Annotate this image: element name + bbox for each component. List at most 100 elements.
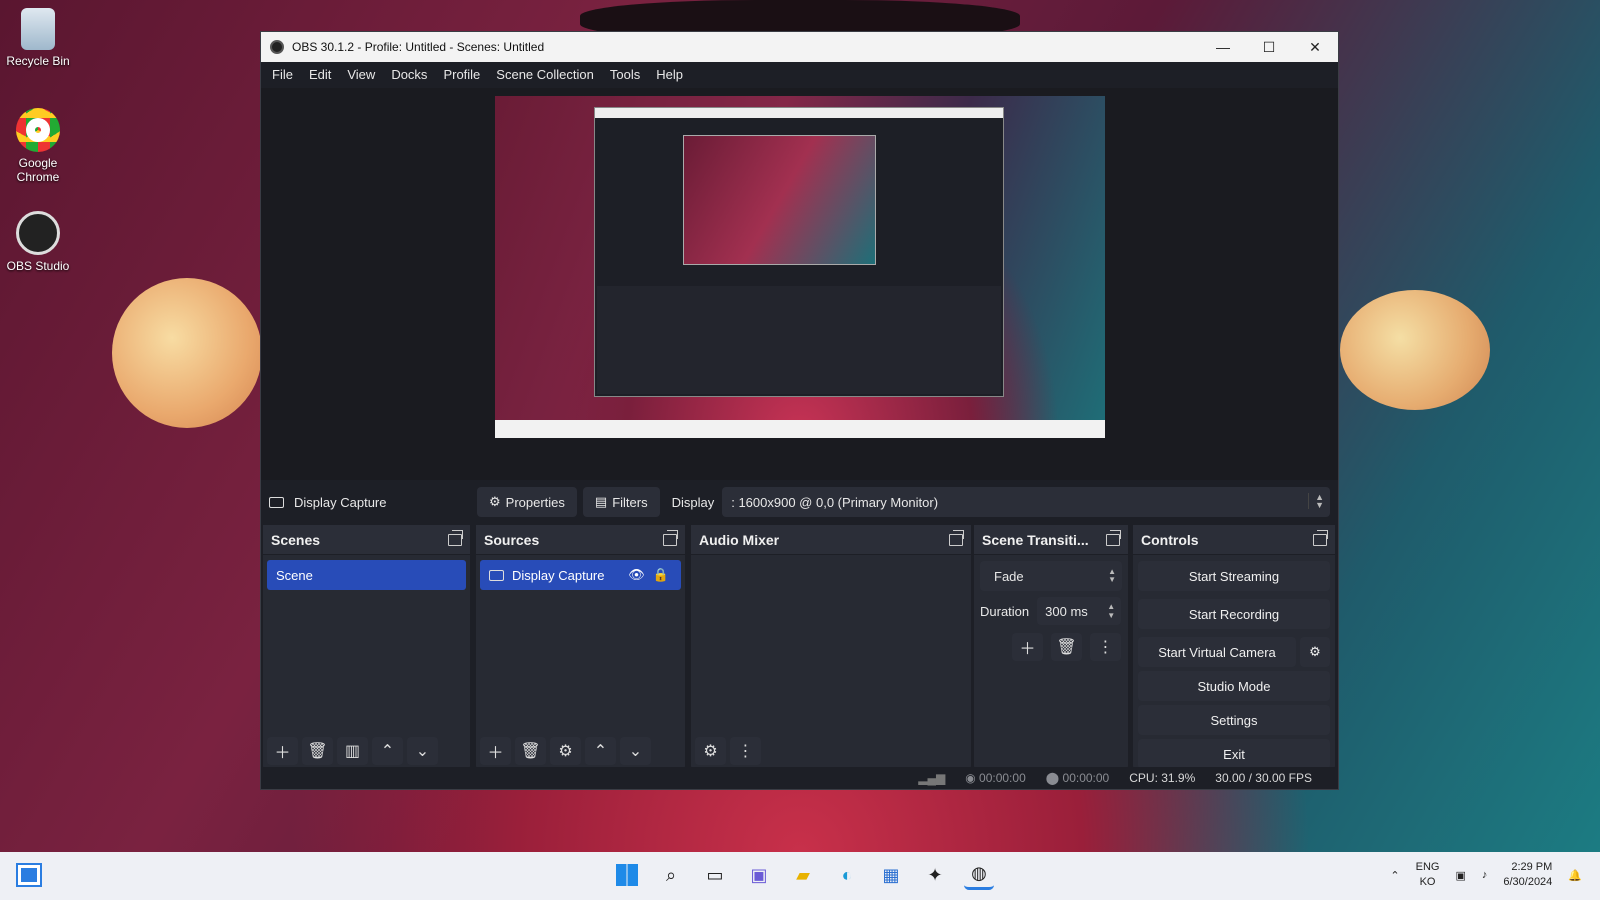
start-virtual-camera-button[interactable]: Start Virtual Camera [1138, 637, 1296, 667]
wallpaper-cloud-left [112, 278, 262, 428]
transition-selected: Fade [994, 568, 1024, 584]
preview-canvas[interactable] [495, 96, 1105, 438]
menu-view[interactable]: View [339, 67, 383, 82]
desktop-icon-recycle-bin[interactable]: Recycle Bin [6, 8, 70, 68]
audio-mixer-toolbar: ⚙ ⋮ [695, 737, 761, 765]
controls-title: Controls [1141, 531, 1199, 548]
scene-filters-button[interactable]: ▥ [337, 737, 368, 765]
preview-area [261, 88, 1338, 480]
duration-spinbox[interactable]: 300 ms ▲ ▼ [1037, 597, 1122, 625]
transition-toolbar: ＋ 🗑 ⋮ [1012, 633, 1128, 661]
remove-source-button[interactable]: 🗑 [515, 737, 546, 765]
source-move-up-button[interactable]: ⌃ [585, 737, 616, 765]
menu-help[interactable]: Help [648, 67, 691, 82]
clock[interactable]: 2:29 PM 6/30/2024 [1503, 860, 1552, 890]
display-value: : 1600x900 @ 0,0 (Primary Monitor) [731, 494, 939, 510]
scenes-dock-header: Scenes [263, 525, 470, 555]
network-signal-icon: ▂▄▆ [918, 771, 946, 785]
monitor-icon [489, 569, 504, 581]
source-move-down-button[interactable]: ⌄ [620, 737, 651, 765]
advanced-audio-button[interactable]: ⚙ [695, 737, 726, 765]
system-tray: ⌃ ENG KO ▣ ♪ 2:29 PM 6/30/2024 🔔 [1390, 860, 1582, 890]
record-status: ⬤ 00:00:00 [1046, 771, 1109, 785]
kebab-menu-icon: ⋮ [1097, 639, 1114, 656]
minimize-button[interactable]: — [1200, 32, 1246, 62]
menu-profile[interactable]: Profile [435, 67, 488, 82]
chat-icon[interactable]: ▣ [744, 860, 774, 890]
gears-icon: ⚙ [703, 743, 718, 760]
task-view-icon[interactable]: ▭ [700, 860, 730, 890]
plus-icon: ＋ [487, 745, 504, 762]
source-item[interactable]: Display Capture 👁 🔒 [480, 560, 681, 590]
stream-status: ◉ 00:00:00 [965, 771, 1026, 785]
language-indicator[interactable]: ENG KO [1416, 860, 1440, 890]
selected-source-label: Display Capture [294, 494, 387, 510]
menu-file[interactable]: File [264, 67, 301, 82]
duration-row: Duration 300 ms ▲ ▼ [980, 597, 1122, 625]
chevron-down-icon: ⌄ [415, 743, 430, 760]
obs-taskbar-icon[interactable]: ◍ [964, 860, 994, 890]
studio-mode-button[interactable]: Studio Mode [1138, 671, 1330, 701]
scene-move-up-button[interactable]: ⌃ [372, 737, 403, 765]
menu-edit[interactable]: Edit [301, 67, 339, 82]
desktop-icon-obs-studio[interactable]: OBS Studio [6, 211, 70, 273]
undock-icon[interactable] [1313, 529, 1328, 546]
undock-icon[interactable] [1106, 529, 1121, 546]
transition-select[interactable]: Fade ▲ ▼ [980, 561, 1122, 591]
remove-transition-button[interactable]: 🗑 [1051, 633, 1082, 661]
search-icon[interactable]: ⌕ [656, 860, 686, 890]
lock-icon[interactable]: 🔒 [653, 567, 669, 583]
scene-item-label: Scene [276, 567, 313, 583]
undock-icon[interactable] [949, 529, 964, 546]
desktop-icon-google-chrome[interactable]: Google Chrome [6, 108, 70, 184]
undock-icon[interactable] [663, 529, 678, 546]
menu-docks[interactable]: Docks [383, 67, 435, 82]
menu-scene-collection[interactable]: Scene Collection [488, 67, 602, 82]
settings-button[interactable]: Settings [1138, 705, 1330, 735]
virtual-camera-settings-button[interactable]: ⚙ [1300, 637, 1330, 667]
start-icon[interactable] [612, 860, 642, 890]
chevron-down-icon: ⌄ [628, 743, 643, 760]
fps-readout: 30.00 / 30.00 FPS [1215, 771, 1312, 785]
source-item-label: Display Capture [512, 567, 605, 583]
chevron-up-icon[interactable]: ⌃ [1390, 869, 1399, 882]
widgets-icon[interactable] [14, 860, 44, 890]
sources-toolbar: ＋ 🗑 ⚙ ⌃ ⌄ [480, 737, 651, 765]
volume-icon[interactable]: ♪ [1482, 869, 1488, 881]
trash-icon: 🗑 [307, 743, 328, 760]
transition-menu-button[interactable]: ⋮ [1090, 633, 1121, 661]
app-icon[interactable]: ✦ [920, 860, 950, 890]
exit-button[interactable]: Exit [1138, 739, 1330, 769]
scene-move-down-button[interactable]: ⌄ [407, 737, 438, 765]
eye-icon[interactable]: 👁 [628, 567, 645, 583]
window-title: OBS 30.1.2 - Profile: Untitled - Scenes:… [292, 40, 545, 54]
undock-icon[interactable] [448, 529, 463, 546]
trash-icon: 🗑 [1056, 639, 1077, 656]
start-streaming-button[interactable]: Start Streaming [1138, 561, 1330, 591]
preview-nested-obs [594, 107, 1004, 397]
add-transition-button[interactable]: ＋ [1012, 633, 1043, 661]
audio-mixer-dock-header: Audio Mixer [691, 525, 971, 555]
add-source-button[interactable]: ＋ [480, 737, 511, 765]
chevron-up-icon: ⌃ [593, 743, 608, 760]
close-button[interactable]: ✕ [1292, 32, 1338, 62]
menu-tools[interactable]: Tools [602, 67, 648, 82]
notification-icon[interactable]: 🔔 [1568, 869, 1582, 882]
stream-time: 00:00:00 [979, 771, 1026, 785]
obs-icon [16, 211, 60, 255]
file-explorer-icon[interactable]: ▰ [788, 860, 818, 890]
maximize-button[interactable]: ☐ [1246, 32, 1292, 62]
add-scene-button[interactable]: ＋ [267, 737, 298, 765]
filters-button[interactable]: ▤ Filters [582, 487, 660, 517]
edge-icon[interactable]: ◐ [832, 860, 862, 890]
properties-button[interactable]: ⚙ Properties [477, 487, 577, 517]
mixer-menu-button[interactable]: ⋮ [730, 737, 761, 765]
scene-item[interactable]: Scene [267, 560, 466, 590]
display-select[interactable]: : 1600x900 @ 0,0 (Primary Monitor) ▲ ▼ [722, 487, 1330, 517]
start-recording-button[interactable]: Start Recording [1138, 599, 1330, 629]
remove-scene-button[interactable]: 🗑 [302, 737, 333, 765]
source-properties-button[interactable]: ⚙ [550, 737, 581, 765]
store-icon[interactable]: ▦ [876, 860, 906, 890]
controls-dock: Controls Start Streaming Start Recording… [1133, 525, 1335, 769]
network-icon[interactable]: ▣ [1455, 869, 1465, 882]
